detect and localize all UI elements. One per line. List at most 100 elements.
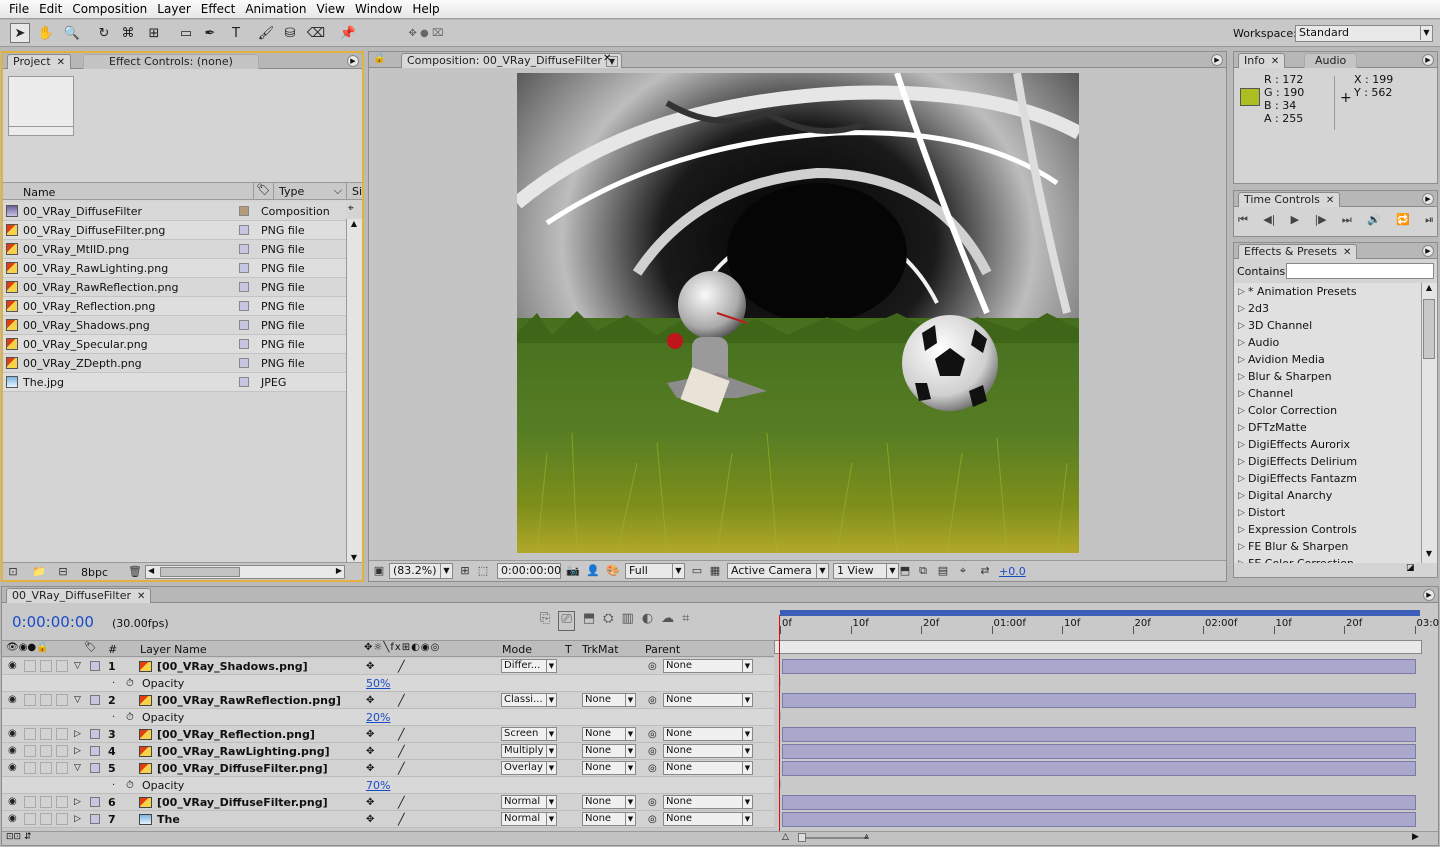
tab-info[interactable]: Info ✕ xyxy=(1238,53,1286,68)
column-number[interactable]: # xyxy=(108,643,117,656)
tab-effects-presets[interactable]: Effects & Presets ✕ xyxy=(1238,244,1358,259)
lock-toggle[interactable] xyxy=(56,762,68,774)
project-item[interactable]: 00_VRay_DiffuseFilter Composition xyxy=(3,202,346,221)
expand-triangle-icon[interactable]: ▷ xyxy=(1238,508,1248,518)
safe-zones-icon[interactable]: ⊞ xyxy=(457,563,473,579)
zoom-slider-thumb[interactable] xyxy=(798,833,806,842)
parent-dropdown[interactable]: None ▼ xyxy=(663,795,753,809)
axis-mode-icons[interactable]: ✥ ● ⌧ xyxy=(404,23,448,43)
lock-icon[interactable]: 🔒 xyxy=(373,53,385,64)
layer-row[interactable]: ◉ ▷ 4 [00_VRay_RawLighting.png] ✥ ╱ Multiply ▼ N… xyxy=(2,743,774,760)
layer-name[interactable]: [00_VRay_Shadows.png] xyxy=(157,660,308,673)
opacity-value[interactable]: 20% xyxy=(366,711,390,724)
menu-item[interactable]: Layer xyxy=(152,2,195,16)
twirl-closed-icon[interactable]: ▷ xyxy=(74,746,81,756)
effects-category[interactable]: ▷ Audio xyxy=(1238,334,1279,351)
expand-triangle-icon[interactable]: ▷ xyxy=(1238,423,1248,433)
track-matte-dropdown[interactable]: None ▼ xyxy=(582,761,636,775)
track-matte-dropdown[interactable]: None ▼ xyxy=(582,812,636,826)
parent-dropdown[interactable]: None ▼ xyxy=(663,659,753,673)
bpc-label[interactable]: 8bpc xyxy=(81,566,108,579)
expand-triangle-icon[interactable]: ▷ xyxy=(1238,525,1248,535)
region-of-interest-icon[interactable]: ▭ xyxy=(689,563,705,579)
stopwatch-icon[interactable]: ⏱ xyxy=(126,780,134,791)
resolution-dropdown[interactable]: Full ▼ xyxy=(625,563,685,579)
expand-triangle-icon[interactable]: ▷ xyxy=(1238,440,1248,450)
layer-duration-bar[interactable] xyxy=(782,727,1416,742)
zoom-tool-icon[interactable]: 🔍 xyxy=(62,23,82,43)
blend-mode-dropdown[interactable]: Screen ▼ xyxy=(501,727,557,741)
solo-toggle[interactable] xyxy=(40,745,52,757)
audio-toggle[interactable] xyxy=(24,660,36,672)
pickwhip-icon[interactable]: ◎ xyxy=(648,814,657,825)
layer-name[interactable]: [00_VRay_RawLighting.png] xyxy=(157,745,330,758)
flowchart-icon[interactable]: ⌖ xyxy=(348,203,354,214)
close-icon[interactable]: ✕ xyxy=(1343,247,1351,258)
zoom-out-icon[interactable]: △ xyxy=(782,832,789,842)
lock-toggle[interactable] xyxy=(56,796,68,808)
new-folder-icon[interactable]: 📁 xyxy=(31,564,47,580)
expand-triangle-icon[interactable]: ▷ xyxy=(1238,474,1248,484)
view-layout-dropdown[interactable]: 1 View ▼ xyxy=(833,563,899,579)
tab-composition[interactable]: Composition: 00_VRay_DiffuseFilter ▼ xyxy=(401,53,623,68)
layer-duration-bar[interactable] xyxy=(782,761,1416,776)
toggle-switches-icon[interactable]: ⊡⊡ ⇵ xyxy=(6,832,31,842)
quality-switch-icon[interactable]: ╱ xyxy=(398,694,405,707)
comp-mini-flowchart-icon[interactable]: ⎘ xyxy=(540,611,550,631)
parent-dropdown[interactable]: None ▼ xyxy=(663,693,753,707)
reset-exposure-icon[interactable]: ⇄ xyxy=(977,563,993,579)
opacity-value[interactable]: 50% xyxy=(366,677,390,690)
label-color[interactable] xyxy=(239,358,249,368)
previous-frame-icon[interactable]: ◀| xyxy=(1263,213,1275,231)
eraser-tool-icon[interactable]: ⌫ xyxy=(306,23,326,43)
column-trkmat[interactable]: TrkMat xyxy=(582,643,619,656)
project-item[interactable]: 00_VRay_DiffuseFilter.png PNG file xyxy=(3,221,346,240)
pen-tool-icon[interactable]: ✒ xyxy=(200,23,220,43)
column-name[interactable]: Name xyxy=(23,186,55,199)
project-item[interactable]: 00_VRay_RawLighting.png PNG file xyxy=(3,259,346,278)
graph-editor-icon[interactable]: ⌗ xyxy=(682,611,689,631)
eye-icon[interactable]: ◉ xyxy=(8,746,20,756)
magnification-dropdown[interactable]: (83.2%) ▼ xyxy=(389,563,453,579)
scroll-right-icon[interactable]: ▶ xyxy=(336,566,342,575)
expand-triangle-icon[interactable]: ▷ xyxy=(1238,321,1248,331)
quality-switch-icon[interactable]: ╱ xyxy=(398,796,405,809)
project-item[interactable]: 00_VRay_Shadows.png PNG file xyxy=(3,316,346,335)
effects-category[interactable]: ▷ DigiEffects Delirium xyxy=(1238,453,1357,470)
pickwhip-icon[interactable]: ◎ xyxy=(648,661,657,672)
pickwhip-icon[interactable]: ◎ xyxy=(648,729,657,740)
new-composition-icon[interactable]: ⊟ xyxy=(55,564,71,580)
mask-view-icon[interactable]: ⬚ xyxy=(475,563,491,579)
time-ruler[interactable]: 0f 10f 20f 01:00f 10f 20f 02:00f 10f 20f 03:0 xyxy=(774,610,1439,656)
panel-menu-icon[interactable]: ▶ xyxy=(1211,54,1223,66)
parent-dropdown[interactable]: None ▼ xyxy=(663,727,753,741)
workspace-dropdown[interactable]: Standard ▼ xyxy=(1295,25,1433,42)
track-matte-dropdown[interactable]: None ▼ xyxy=(582,795,636,809)
expand-triangle-icon[interactable]: ▷ xyxy=(1238,542,1248,552)
column-mode[interactable]: Mode xyxy=(502,643,532,656)
menu-item[interactable]: Composition xyxy=(67,2,152,16)
close-icon[interactable]: ✕ xyxy=(1271,56,1279,67)
shy-switch-icon[interactable]: ✥ xyxy=(366,746,374,757)
blend-mode-dropdown[interactable]: Normal ▼ xyxy=(501,795,557,809)
pickwhip-icon[interactable]: ◎ xyxy=(648,797,657,808)
layer-row[interactable]: ◉ ▽ 2 [00_VRay_RawReflection.png] ✥ ╱ Classi..… xyxy=(2,692,774,709)
quality-switch-icon[interactable]: ╱ xyxy=(398,728,405,741)
track-matte-dropdown[interactable]: None ▼ xyxy=(582,693,636,707)
expand-triangle-icon[interactable]: ▷ xyxy=(1238,389,1248,399)
label-tag-icon[interactable]: 🏷 xyxy=(253,183,273,199)
project-scrollbar[interactable]: ▲ ▼ xyxy=(346,219,362,567)
track-matte-dropdown[interactable]: None ▼ xyxy=(582,744,636,758)
tab-effect-controls[interactable]: Effect Controls: (none) xyxy=(83,54,259,69)
label-color[interactable] xyxy=(239,377,249,387)
tab-project[interactable]: Project ✕ xyxy=(7,54,72,69)
effects-category[interactable]: ▷ Blur & Sharpen xyxy=(1238,368,1332,385)
camera-dropdown[interactable]: Active Camera ▼ xyxy=(727,563,829,579)
menu-item[interactable]: Window xyxy=(350,2,407,16)
eye-icon[interactable]: ◉ xyxy=(8,661,20,671)
audio-toggle[interactable] xyxy=(24,813,36,825)
effects-category[interactable]: ▷ 2d3 xyxy=(1238,300,1269,317)
layer-row[interactable]: ◉ ▷ 6 [00_VRay_DiffuseFilter.png] ✥ ╱ Normal ▼ N… xyxy=(2,794,774,811)
layer-name[interactable]: [00_VRay_Reflection.png] xyxy=(157,728,315,741)
expand-triangle-icon[interactable]: ▷ xyxy=(1238,491,1248,501)
